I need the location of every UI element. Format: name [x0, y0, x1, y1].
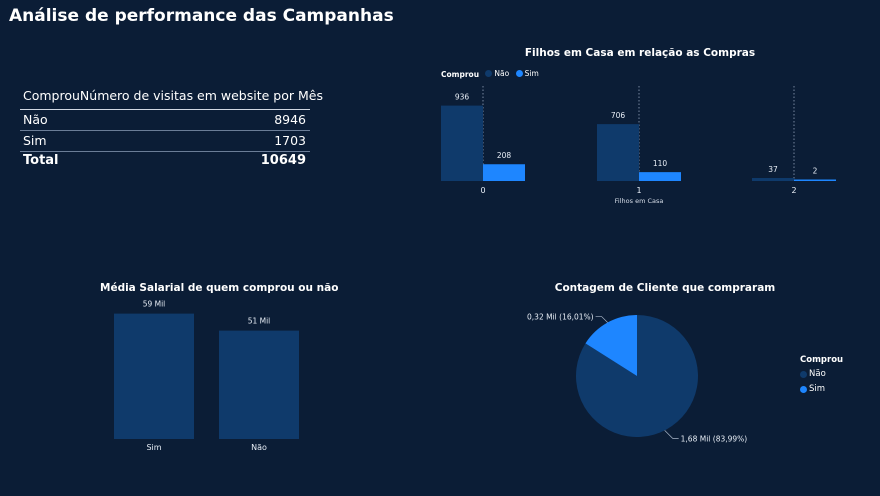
bar-salario-não[interactable]	[219, 330, 299, 439]
bar-data-label: 208	[497, 151, 512, 160]
bar-data-label: 706	[611, 111, 626, 120]
bar-data-label: 37	[768, 165, 778, 174]
bar-data-label: 59 Mil	[143, 300, 166, 309]
x-tick-label: Sim	[146, 443, 161, 452]
legend-label: Não	[494, 69, 510, 78]
x-tick-label: 0	[480, 186, 485, 195]
bar-data-label: 51 Mil	[248, 317, 271, 326]
pie-leader-line	[595, 316, 608, 323]
table-row[interactable]: Sim 1703	[20, 131, 310, 152]
bar-data-label: 936	[455, 93, 470, 102]
pie-leader-line	[664, 430, 679, 439]
clientes-pie-chart: 1,68 Mil (83,99%) 0,32 Mil (16,01%)	[527, 313, 748, 444]
legend-label: Não	[809, 369, 826, 379]
pie-data-label: 1,68 Mil (83,99%)	[681, 434, 748, 443]
table-header-visitas[interactable]: Número de visitas em website por Mês	[80, 88, 323, 103]
page-title: Análise de performance das Campanhas	[9, 6, 394, 26]
legend-label: Sim	[809, 384, 826, 394]
bar-não-1[interactable]	[597, 124, 639, 181]
table-total-row: Total 10649	[20, 152, 310, 170]
bar-não-0[interactable]	[441, 105, 483, 181]
bar-sim-1[interactable]	[639, 172, 681, 181]
pie-legend-title: Comprou	[800, 355, 844, 365]
filhos-chart: 936 208 0 706 110 1 37 2 2 Filhos em Casa	[441, 86, 836, 205]
visits-table: Comprou Número de visitas em website por…	[20, 86, 323, 170]
bar-data-label: 2	[813, 167, 818, 176]
filhos-legend-title: Comprou	[441, 70, 480, 79]
bar-não-2[interactable]	[752, 178, 794, 181]
bar-salario-sim[interactable]	[114, 313, 194, 439]
pie-legend: Comprou Não Sim	[800, 355, 843, 394]
filhos-chart-title: Filhos em Casa em relação as Compras	[524, 47, 756, 59]
pie-legend-item-nao[interactable]: Não	[800, 369, 843, 379]
legend-dot-icon	[800, 385, 807, 393]
legend-dot-icon	[485, 70, 493, 77]
table-cell-label: Sim	[23, 133, 47, 148]
legend-label: Sim	[524, 69, 539, 78]
legend-dot-icon	[515, 70, 523, 77]
x-tick-label: 1	[636, 186, 641, 195]
table-cell-value: 1703	[274, 133, 306, 148]
table-header-row: Comprou Número de visitas em website por…	[20, 86, 323, 110]
pie-data-label: 0,32 Mil (16,01%)	[527, 313, 594, 322]
pie-legend-item-sim[interactable]: Sim	[800, 384, 843, 394]
filhos-legend-item-sim[interactable]: Sim	[515, 69, 539, 78]
table-row[interactable]: Não 8946	[20, 110, 310, 131]
table-cell-value: 8946	[274, 112, 306, 127]
x-tick-label: Não	[251, 443, 267, 452]
table-total-value: 10649	[260, 153, 306, 168]
table-header-comprou[interactable]: Comprou	[23, 88, 80, 103]
salario-chart-title: Média Salarial de quem comprou ou não	[100, 282, 339, 294]
salario-chart: 59 Mil Sim 51 Mil Não	[114, 300, 299, 452]
bar-data-label: 110	[653, 159, 668, 168]
x-axis-label: Filhos em Casa	[615, 197, 664, 205]
filhos-legend: Comprou Não Sim	[441, 69, 539, 79]
filhos-legend-item-nao[interactable]: Não	[485, 69, 509, 78]
table-total-label: Total	[23, 153, 59, 168]
bar-sim-0[interactable]	[483, 164, 525, 181]
legend-dot-icon	[800, 370, 807, 378]
x-tick-label: 2	[791, 186, 796, 195]
table-cell-label: Não	[23, 112, 48, 127]
bar-sim-2[interactable]	[794, 179, 836, 182]
clientes-chart-title: Contagem de Cliente que compraram	[554, 282, 776, 294]
